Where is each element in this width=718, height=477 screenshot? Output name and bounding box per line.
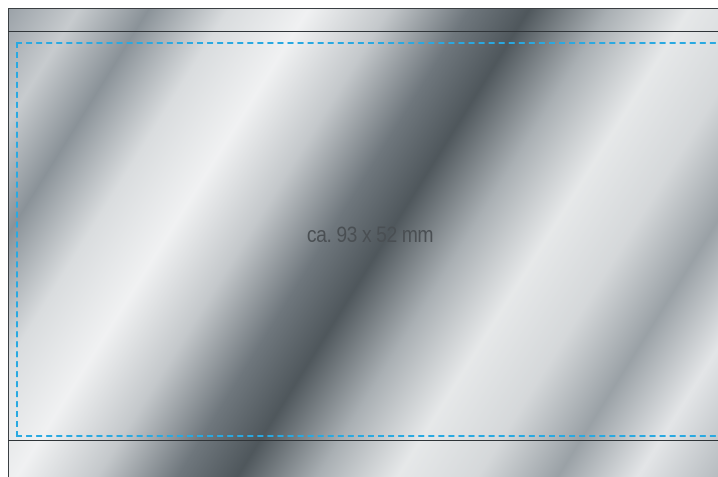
- dimension-label: ca. 93 x 52 mm: [306, 222, 434, 247]
- top-trim-line: [8, 31, 718, 32]
- artboard: ca. 93 x 52 mm: [0, 0, 718, 477]
- bottom-trim-line: [8, 440, 718, 441]
